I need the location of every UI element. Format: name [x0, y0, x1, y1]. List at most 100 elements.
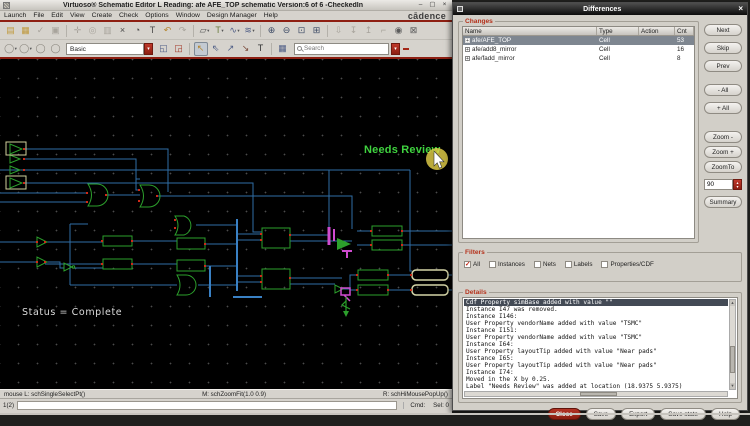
search-dropdown-icon[interactable]: ▾	[391, 43, 400, 55]
expander-icon[interactable]: +	[465, 56, 470, 61]
workspace-dropdown-icon[interactable]: ▾	[144, 43, 153, 55]
details-line[interactable]: User Property layoutTip added with value…	[464, 362, 728, 369]
zoom-level-spinbox[interactable]: 90▴▾	[704, 179, 742, 190]
all-button[interactable]: - All	[704, 84, 742, 96]
details-horizontal-scrollbar[interactable]	[464, 391, 728, 397]
checkbox-labels-icon[interactable]	[565, 261, 572, 268]
menu-file[interactable]: File	[33, 12, 44, 19]
draw-shape-icon[interactable]: ▱▾	[198, 24, 212, 38]
add-bus-icon[interactable]: ≋▾	[243, 24, 257, 38]
copy-icon[interactable]: ▥	[101, 24, 115, 38]
menu-window[interactable]: Window	[176, 12, 200, 19]
nav-view-2-icon[interactable]: ◯▾	[19, 42, 33, 56]
workspace-combo[interactable]: Basic ▾	[66, 43, 153, 55]
ruler-icon[interactable]: ⌐	[377, 24, 391, 38]
details-line[interactable]: User Property vendorName added with valu…	[464, 334, 728, 341]
filter-instances[interactable]: Instances	[489, 261, 525, 268]
add-label-icon[interactable]: T▾	[213, 24, 227, 38]
edit-in-place-icon[interactable]: ↧	[347, 24, 361, 38]
summary-button[interactable]: Summary	[704, 196, 742, 208]
scroll-up-icon[interactable]: ▲	[730, 300, 735, 306]
minimize-button[interactable]: –	[416, 1, 425, 9]
details-line[interactable]: User Property layoutTip added with value…	[464, 348, 728, 355]
select-node-icon[interactable]: ↗	[224, 42, 238, 56]
scroll-down-icon[interactable]: ▼	[730, 383, 735, 389]
details-textarea[interactable]: Cdf Property simBase added with value ""…	[462, 297, 738, 399]
prev-button[interactable]: Prev	[704, 60, 742, 72]
visibility-icon[interactable]: ◉	[392, 24, 406, 38]
search-box[interactable]	[294, 43, 389, 55]
nav-view-3-icon[interactable]: ◯	[34, 42, 48, 56]
menu-create[interactable]: Create	[92, 12, 112, 19]
calculator-icon[interactable]: ▦	[276, 42, 290, 56]
details-line[interactable]: Instance I65:	[464, 355, 728, 362]
nav-view-1-icon[interactable]: ◯▾	[4, 42, 18, 56]
expander-icon[interactable]: +	[465, 47, 470, 52]
new-file-icon[interactable]: ▤	[4, 24, 18, 38]
checkbox-nets-icon[interactable]	[534, 261, 541, 268]
details-line[interactable]: Instance I146:	[464, 313, 728, 320]
details-line[interactable]: Instance I47 was removed.	[464, 306, 728, 313]
filter-labels[interactable]: Labels	[565, 261, 593, 268]
search-input[interactable]	[302, 45, 372, 52]
skip-button[interactable]: Skip	[704, 42, 742, 54]
select-cursor-icon[interactable]: ↖	[194, 42, 208, 56]
details-line[interactable]: Instance I74:	[464, 369, 728, 376]
open-file-icon[interactable]: ▦	[19, 24, 33, 38]
nav-view-4-icon[interactable]: ◯	[49, 42, 63, 56]
schematic-canvas[interactable]: Needs Review Status = Complete	[0, 59, 452, 389]
save-icon[interactable]: ▣	[49, 24, 63, 38]
return-to-top-icon[interactable]: ↥	[362, 24, 376, 38]
zoom-button[interactable]: Zoom +	[704, 146, 742, 158]
expander-icon[interactable]: +	[465, 38, 470, 43]
details-line[interactable]: Instance I151:	[464, 327, 728, 334]
details-line[interactable]: Moved in the X by 0.25.	[464, 376, 728, 383]
copy-view-icon[interactable]: ◱	[157, 42, 171, 56]
close-button[interactable]: ×	[440, 1, 449, 9]
details-line[interactable]: Label "Needs Review" was added at locati…	[464, 383, 728, 390]
history-icon[interactable]: ◔	[131, 24, 145, 38]
zoom-fit-icon[interactable]: ⊡	[295, 24, 309, 38]
add-wire-icon[interactable]: ∿▾	[228, 24, 242, 38]
changes-row-afe-add8-mirror[interactable]: +afe/add8_mirrorCell16	[463, 45, 694, 54]
details-line[interactable]: User Property vendorName added with valu…	[464, 320, 728, 327]
menu-options[interactable]: Options	[145, 12, 168, 19]
filter-nets[interactable]: Nets	[534, 261, 556, 268]
changes-table[interactable]: NameTypeActionCnt +afe/AFE_TOPCell53+afe…	[462, 26, 695, 239]
command-input[interactable]	[17, 401, 397, 410]
spinbox-stepper-icon[interactable]: ▴▾	[733, 179, 742, 190]
details-hscroll-thumb[interactable]	[580, 392, 617, 396]
zoom-in-icon[interactable]: ⊕	[265, 24, 279, 38]
checkbox-all-icon[interactable]: ✓	[464, 261, 471, 268]
changes-row-afe-afe-top[interactable]: +afe/AFE_TOPCell53	[463, 36, 694, 45]
menu-help[interactable]: Help	[264, 12, 278, 19]
menu-design-manager[interactable]: Design Manager	[207, 12, 257, 19]
zoomto-button[interactable]: ZoomTo	[704, 161, 742, 173]
text-size-icon[interactable]: T	[254, 42, 268, 56]
all-button[interactable]: + All	[704, 102, 742, 114]
menu-edit[interactable]: Edit	[51, 12, 63, 19]
redo-icon[interactable]: ↷	[176, 24, 190, 38]
maximize-button[interactable]: ▢	[428, 1, 437, 9]
filter-properties-cdf[interactable]: Properties/CDF	[601, 261, 653, 268]
details-line[interactable]: Cdf Property simBase added with value ""	[464, 299, 728, 306]
menu-launch[interactable]: Launch	[4, 12, 26, 19]
details-vertical-scrollbar[interactable]: ▲ ▼	[729, 299, 736, 390]
lock-icon[interactable]: ⊠	[407, 24, 421, 38]
checkin-icon[interactable]: ✓	[34, 24, 48, 38]
details-line[interactable]: Instance I64:	[464, 341, 728, 348]
save-view-icon[interactable]: ◲	[172, 42, 186, 56]
checkbox-properties-cdf-icon[interactable]	[601, 261, 608, 268]
stretch-icon[interactable]: ◎	[86, 24, 100, 38]
move-icon[interactable]: ✛	[71, 24, 85, 38]
descend-icon[interactable]: ⇩	[332, 24, 346, 38]
dialog-close-icon[interactable]: ×	[738, 5, 743, 13]
select-partial-icon[interactable]: ⇖	[209, 42, 223, 56]
search-clear-icon[interactable]	[403, 48, 409, 50]
delete-icon[interactable]: ×	[116, 24, 130, 38]
checkbox-instances-icon[interactable]	[489, 261, 496, 268]
menu-view[interactable]: View	[70, 12, 85, 19]
zoom-button[interactable]: Zoom -	[704, 131, 742, 143]
zoom-out-icon[interactable]: ⊖	[280, 24, 294, 38]
menu-check[interactable]: Check	[119, 12, 138, 19]
